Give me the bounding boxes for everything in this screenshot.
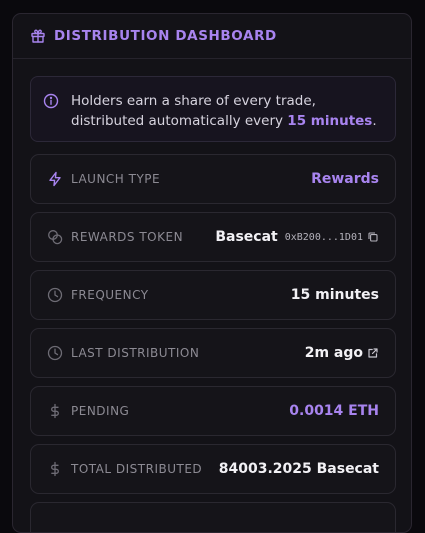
- notice-highlight: 15 minutes: [287, 113, 373, 129]
- dollar-icon: [47, 461, 63, 477]
- rewards-token-value: Basecat 0xB200...1D01: [215, 229, 379, 245]
- notice-text-end: .: [372, 113, 377, 129]
- rewards-token-label: REWARDS TOKEN: [71, 230, 184, 244]
- frequency-label: FREQUENCY: [71, 288, 149, 302]
- total-distributed-label: TOTAL DISTRIBUTED: [71, 462, 203, 476]
- last-distribution-label: LAST DISTRIBUTION: [71, 346, 200, 360]
- distribution-dashboard-panel: DISTRIBUTION DASHBOARD Holders earn a sh…: [12, 13, 412, 533]
- panel-header: DISTRIBUTION DASHBOARD: [13, 14, 411, 59]
- total-distributed-value: 84003.2025 Basecat: [218, 461, 379, 477]
- notice-text: Holders earn a share of every trade, dis…: [71, 91, 383, 131]
- total-distributed-row: TOTAL DISTRIBUTED 84003.2025 Basecat: [30, 444, 396, 494]
- pending-value: 0.0014 ETH: [289, 403, 379, 419]
- info-icon: [43, 93, 59, 109]
- token-address: 0xB200...1D01: [284, 231, 363, 243]
- rewards-token-name: Basecat: [215, 229, 278, 245]
- last-distribution-row: LAST DISTRIBUTION 2m ago: [30, 328, 396, 378]
- launch-type-value: Rewards: [311, 171, 379, 187]
- coins-icon: [47, 229, 63, 245]
- clock-icon: [47, 345, 63, 361]
- frequency-value: 15 minutes: [290, 287, 379, 303]
- frequency-row: FREQUENCY 15 minutes: [30, 270, 396, 320]
- copy-icon[interactable]: [367, 231, 379, 243]
- bolt-icon: [47, 171, 63, 187]
- launch-type-row: LAUNCH TYPE Rewards: [30, 154, 396, 204]
- launch-type-label: LAUNCH TYPE: [71, 172, 161, 186]
- last-distribution-value: 2m ago: [305, 345, 379, 361]
- last-distribution-time: 2m ago: [304, 345, 363, 361]
- dollar-icon: [47, 403, 63, 419]
- pending-label: PENDING: [71, 404, 130, 418]
- notice-text-main: Holders earn a share of every trade, dis…: [71, 93, 316, 129]
- page-title: DISTRIBUTION DASHBOARD: [54, 28, 277, 44]
- clock-icon: [47, 287, 63, 303]
- external-link-icon[interactable]: [367, 347, 379, 359]
- pending-row: PENDING 0.0014 ETH: [30, 386, 396, 436]
- rewards-token-row: REWARDS TOKEN Basecat 0xB200...1D01: [30, 212, 396, 262]
- gift-icon: [30, 28, 46, 44]
- info-notice: Holders earn a share of every trade, dis…: [30, 76, 396, 142]
